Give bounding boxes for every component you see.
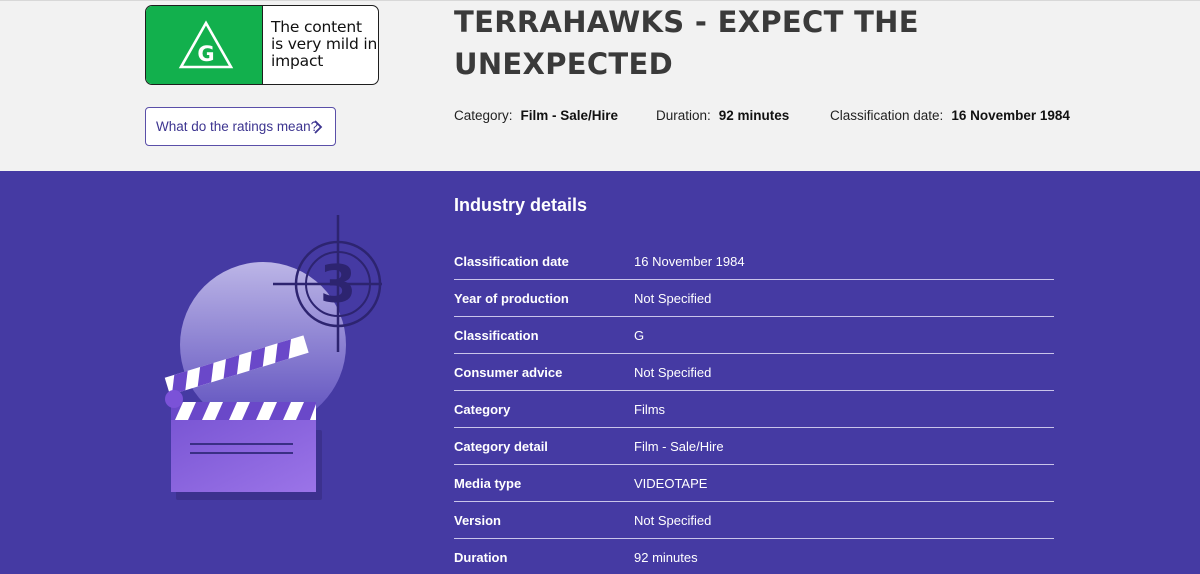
- meta-classification-date: Classification date: 16 November 1984: [830, 108, 1070, 123]
- clapperboard-illustration-icon: 3: [164, 215, 382, 500]
- detail-row-version: Version Not Specified: [454, 502, 1054, 539]
- ratings-meaning-button[interactable]: What do the ratings mean?: [145, 107, 336, 146]
- title-header-section: G The content is very mild in impact Wha…: [0, 0, 1200, 171]
- meta-value: Film - Sale/Hire: [520, 108, 619, 123]
- meta-value: 92 minutes: [718, 108, 790, 123]
- detail-row-duration: Duration 92 minutes: [454, 539, 1054, 574]
- detail-label: Classification: [454, 327, 539, 343]
- detail-row-category: Category Films: [454, 391, 1054, 428]
- g-rating-triangle-icon: G: [178, 20, 234, 69]
- detail-value: Not Specified: [634, 290, 712, 306]
- detail-value: Film - Sale/Hire: [634, 438, 724, 454]
- detail-row-consumer-advice: Consumer advice Not Specified: [454, 354, 1054, 391]
- detail-value: Films: [634, 401, 666, 417]
- detail-row-classification: Classification G: [454, 317, 1054, 354]
- rating-description: The content is very mild in impact: [271, 18, 378, 70]
- detail-value: VIDEOTAPE: [634, 475, 708, 491]
- detail-row-year-of-production: Year of production Not Specified: [454, 280, 1054, 317]
- industry-details-list: Classification date 16 November 1984 Yea…: [454, 243, 1054, 574]
- meta-duration: Duration: 92 minutes: [656, 108, 789, 123]
- meta-label: Category:: [454, 108, 513, 123]
- detail-row-media-type: Media type VIDEOTAPE: [454, 465, 1054, 502]
- industry-details-heading: Industry details: [454, 195, 588, 215]
- detail-row-classification-date: Classification date 16 November 1984: [454, 243, 1054, 280]
- ratings-meaning-label: What do the ratings mean?: [156, 119, 319, 134]
- detail-label: Category: [454, 401, 511, 417]
- industry-details-section: 3 Industry details Classification date 1…: [0, 171, 1200, 574]
- detail-label: Consumer advice: [454, 364, 563, 380]
- detail-label: Media type: [454, 475, 522, 491]
- detail-value: Not Specified: [634, 364, 712, 380]
- meta-label: Duration:: [656, 108, 711, 123]
- countdown-number: 3: [320, 255, 356, 315]
- detail-row-category-detail: Category detail Film - Sale/Hire: [454, 428, 1054, 465]
- classification-rating-badge: G The content is very mild in impact: [145, 5, 379, 85]
- meta-value: 16 November 1984: [951, 108, 1070, 123]
- meta-label: Classification date:: [830, 108, 944, 123]
- detail-value: Not Specified: [634, 512, 712, 528]
- detail-label: Year of production: [454, 290, 569, 306]
- rating-letter: G: [197, 42, 214, 66]
- detail-label: Category detail: [454, 438, 548, 454]
- detail-value: 92 minutes: [634, 550, 698, 565]
- detail-label: Version: [454, 512, 501, 528]
- detail-label: Duration: [454, 550, 508, 565]
- detail-value: 16 November 1984: [634, 253, 745, 269]
- rating-symbol: G: [146, 6, 263, 84]
- detail-label: Classification date: [454, 253, 569, 269]
- meta-category: Category: Film - Sale/Hire: [454, 108, 618, 123]
- chevron-right-icon: [314, 120, 323, 134]
- page-title: TERRAHAWKS - EXPECT THE UNEXPECTED: [454, 5, 919, 81]
- detail-value: G: [634, 327, 645, 343]
